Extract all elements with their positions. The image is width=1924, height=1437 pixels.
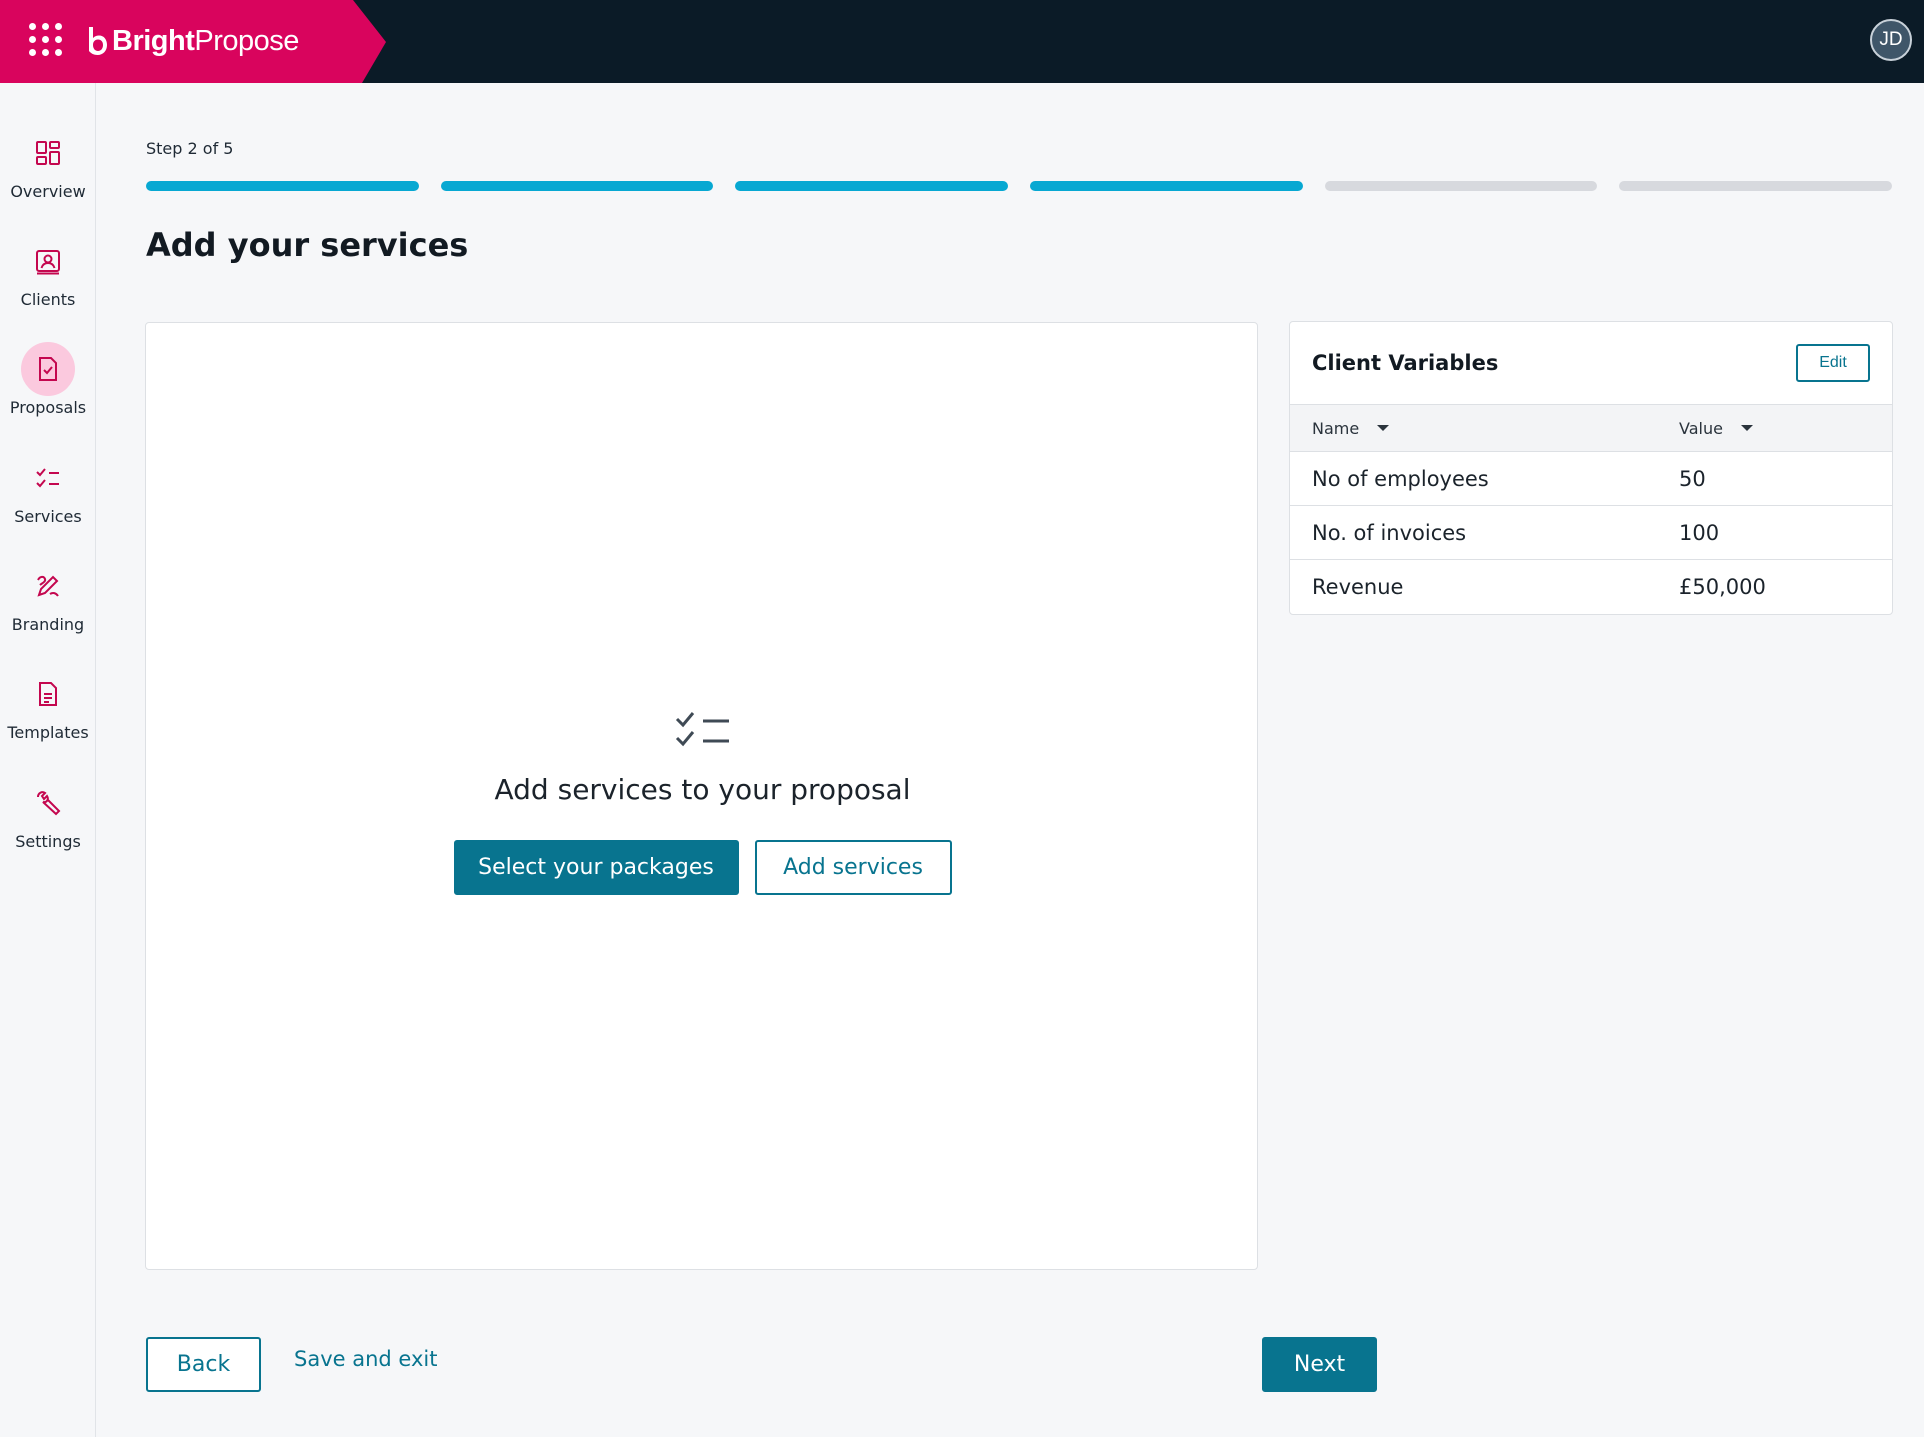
- save-and-exit-link[interactable]: Save and exit: [294, 1347, 437, 1371]
- progress-segment: [146, 181, 419, 191]
- progress-segment: [440, 181, 714, 191]
- sidebar-item-services[interactable]: Services: [0, 451, 96, 547]
- progress-segment: [1619, 181, 1893, 191]
- grid-dots-icon[interactable]: [26, 20, 66, 60]
- brand-name-light: Propose: [194, 24, 299, 57]
- table-row: No of employees 50: [1290, 452, 1892, 506]
- column-header-label: Name: [1312, 418, 1360, 438]
- variable-name: Revenue: [1312, 575, 1404, 599]
- progress-segment: [1324, 181, 1598, 191]
- sidebar-item-branding[interactable]: Branding: [0, 559, 96, 655]
- sidebar-item-proposals[interactable]: Proposals: [0, 342, 96, 438]
- select-packages-button[interactable]: Select your packages: [453, 840, 739, 895]
- column-header-label: Value: [1679, 418, 1723, 438]
- edit-variables-button[interactable]: Edit: [1796, 344, 1870, 382]
- sidebar-item-label: Services: [14, 507, 82, 526]
- table-header: Name Value: [1290, 405, 1892, 452]
- empty-state: Add services to your proposal Select you…: [146, 709, 1259, 895]
- pencil-brush-icon: [21, 559, 75, 613]
- page-title: Add your services: [146, 226, 469, 264]
- sort-caret-down-icon: [1740, 425, 1753, 431]
- variable-value: £50,000: [1679, 575, 1766, 599]
- bright-b-logo-icon: [89, 27, 107, 55]
- sidebar-item-templates[interactable]: Templates: [0, 667, 96, 763]
- brand-logo[interactable]: BrightPropose: [86, 20, 299, 62]
- wizard-progress-bar: [146, 181, 1893, 191]
- checklist-icon: [21, 451, 75, 505]
- sidebar-item-label: Branding: [11, 615, 85, 634]
- sidebar-item-label: Proposals: [9, 398, 87, 417]
- sidebar-item-label: Templates: [7, 723, 89, 742]
- brand-name-bold: Bright: [112, 24, 195, 57]
- step-indicator: Step 2 of 5: [146, 139, 234, 158]
- table-row: Revenue £50,000: [1290, 560, 1892, 614]
- sidebar-item-label: Settings: [15, 832, 81, 851]
- wrench-icon: [21, 776, 75, 830]
- add-services-button[interactable]: Add services: [754, 840, 952, 895]
- brand-name: BrightPropose: [112, 25, 299, 58]
- progress-segment: [735, 181, 1009, 191]
- variable-name: No of employees: [1312, 466, 1489, 491]
- variable-value: 50: [1679, 466, 1706, 491]
- column-header-value[interactable]: Value: [1679, 419, 1753, 438]
- client-variables-title: Client Variables: [1312, 351, 1499, 375]
- progress-segment: [1030, 181, 1303, 191]
- table-row: No. of invoices 100: [1290, 506, 1892, 560]
- empty-state-actions: Select your packages Add services: [453, 840, 952, 895]
- client-variables-header: Client Variables Edit: [1290, 322, 1892, 405]
- sidebar-item-label: Overview: [10, 182, 86, 201]
- sidebar-item-label: Clients: [20, 290, 76, 309]
- column-header-name[interactable]: Name: [1312, 418, 1390, 438]
- top-bar: BrightPropose JD: [0, 0, 1924, 83]
- client-variables-panel: Client Variables Edit Name Value No of e…: [1289, 321, 1893, 615]
- sidebar: Overview Clients Proposals Services Bran…: [0, 83, 96, 1437]
- variable-name: No. of invoices: [1312, 520, 1467, 545]
- sort-caret-down-icon: [1377, 425, 1390, 431]
- variable-value: 100: [1679, 520, 1720, 545]
- sidebar-item-settings[interactable]: Settings: [0, 776, 96, 872]
- back-button[interactable]: Back: [146, 1337, 261, 1392]
- document-check-icon: [21, 342, 75, 396]
- services-panel: Add services to your proposal Select you…: [145, 322, 1258, 1270]
- next-button[interactable]: Next: [1262, 1337, 1377, 1392]
- user-avatar[interactable]: JD: [1870, 19, 1912, 61]
- document-lines-icon: [21, 667, 75, 721]
- empty-state-title: Add services to your proposal: [494, 773, 911, 806]
- dashboard-grid-icon: [21, 126, 75, 180]
- contact-card-icon: [21, 234, 75, 288]
- sidebar-item-overview[interactable]: Overview: [0, 126, 96, 222]
- checklist-icon: [675, 709, 731, 753]
- sidebar-item-clients[interactable]: Clients: [0, 234, 96, 330]
